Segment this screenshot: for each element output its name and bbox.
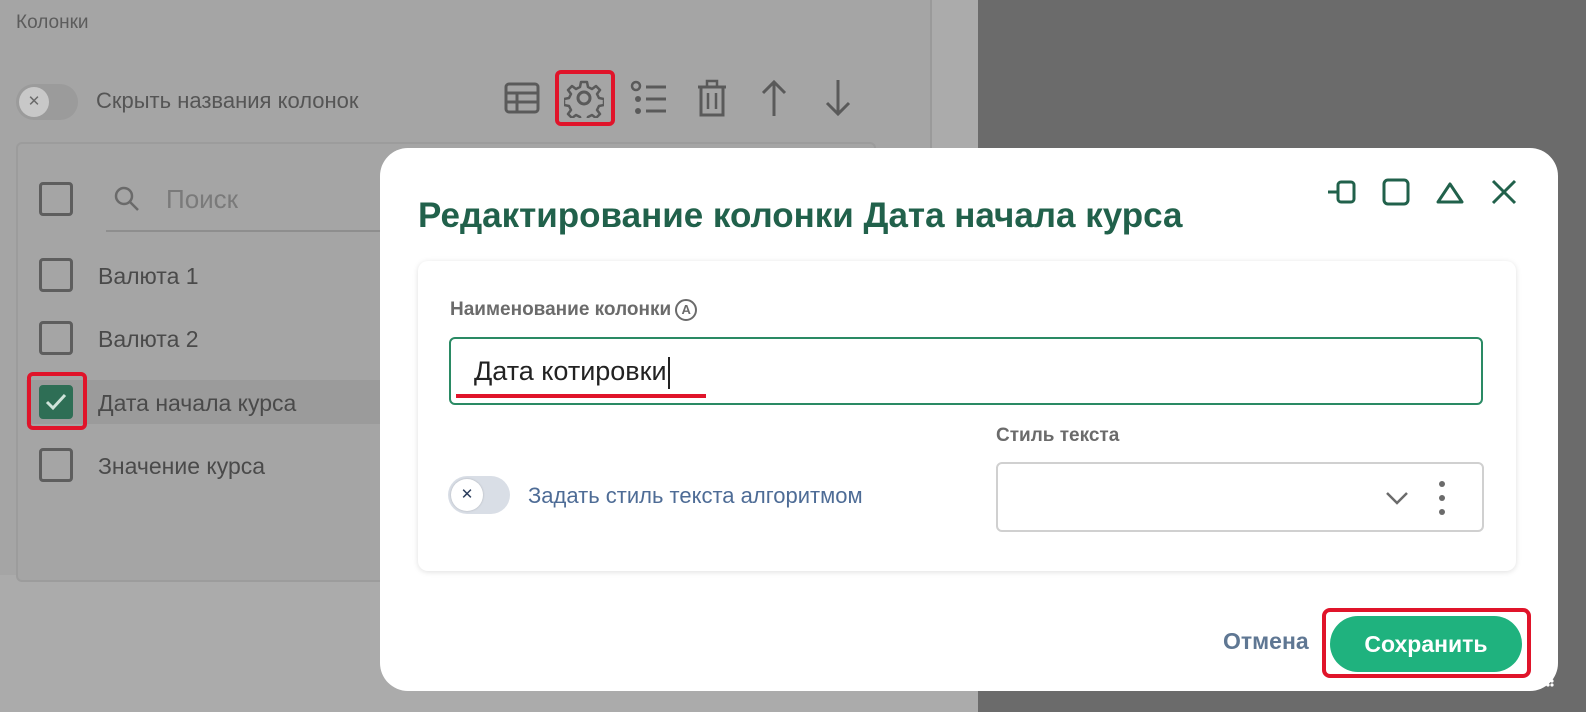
arrow-down-icon[interactable] <box>816 76 860 120</box>
search-placeholder: Поиск <box>166 184 239 214</box>
save-highlight <box>1322 608 1531 678</box>
algo-style-label: Задать стиль текста алгоритмом <box>528 483 863 508</box>
trash-icon[interactable] <box>690 76 734 120</box>
maximize-icon[interactable] <box>1380 176 1412 208</box>
text-style-label: Стиль текста <box>996 425 1120 446</box>
toggle-off-icon: ✕ <box>451 479 483 511</box>
close-icon[interactable] <box>1488 176 1520 208</box>
dialog-title: Редактирование колонки Дата начала курса <box>418 196 1183 235</box>
gear-highlight <box>555 70 615 126</box>
column-label-3: Значение курса <box>98 453 266 479</box>
toggle-off-icon: ✕ <box>19 87 49 117</box>
list-settings-icon[interactable] <box>626 76 670 120</box>
column-name-value: Дата котировки <box>474 356 670 389</box>
resize-grip-icon[interactable] <box>1526 655 1556 691</box>
select-all-checkbox[interactable] <box>39 182 73 216</box>
panel-title: Колонки <box>16 12 89 33</box>
column-checkbox-1[interactable] <box>39 321 73 355</box>
auto-translate-icon[interactable]: A <box>675 299 698 321</box>
chevron-down-icon[interactable] <box>1383 488 1411 508</box>
algo-style-toggle[interactable]: ✕ <box>448 476 510 514</box>
more-vertical-icon[interactable] <box>1436 478 1448 518</box>
name-highlight-underline <box>456 394 706 398</box>
cancel-button[interactable]: Отмена <box>1223 628 1309 655</box>
collapse-icon[interactable] <box>1434 176 1466 208</box>
form-card: Наименование колонки A Дата котировки Ст… <box>418 261 1516 571</box>
name-field-label: Наименование колонки A <box>450 299 698 321</box>
column-checkbox-3[interactable] <box>39 448 73 482</box>
text-style-select[interactable] <box>996 462 1484 532</box>
column-label-1: Валюта 2 <box>98 326 199 352</box>
search-input[interactable]: Поиск <box>106 168 406 232</box>
table-icon[interactable] <box>500 76 544 120</box>
column-label-0: Валюта 1 <box>98 263 199 289</box>
hide-names-label: Скрыть названия колонок <box>96 88 359 113</box>
edit-column-dialog: Редактирование колонки Дата начала курса… <box>380 148 1558 691</box>
dock-icon[interactable] <box>1326 176 1358 208</box>
arrow-up-icon[interactable] <box>752 76 796 120</box>
column-label-2: Дата начала курса <box>98 390 297 416</box>
checkbox-highlight <box>27 372 87 430</box>
name-label-text: Наименование колонки <box>450 299 672 320</box>
text-caret <box>667 356 670 389</box>
search-icon <box>114 186 139 211</box>
hide-names-toggle[interactable]: ✕ <box>16 84 78 120</box>
column-checkbox-0[interactable] <box>39 258 73 292</box>
